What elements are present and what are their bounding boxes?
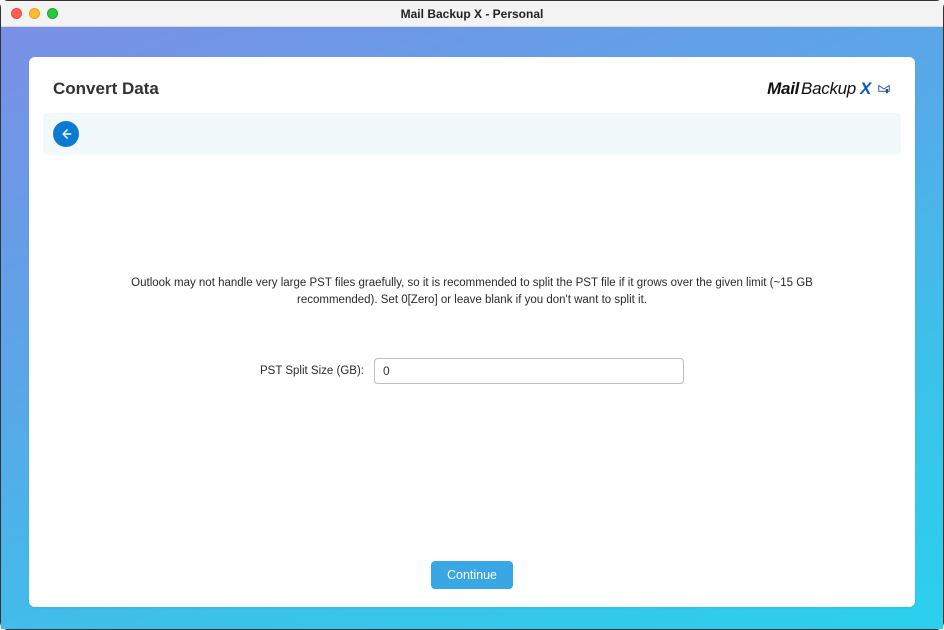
gradient-background: Convert Data MailBackup X Outlook may no…: [1, 27, 943, 629]
description-text: Outlook may not handle very large PST fi…: [102, 275, 842, 310]
envelope-shield-icon: [877, 82, 891, 96]
window-title: Mail Backup X - Personal: [1, 7, 943, 21]
app-logo: MailBackup X: [767, 79, 891, 99]
arrow-left-icon: [59, 127, 73, 141]
page-title: Convert Data: [53, 79, 159, 99]
close-window-button[interactable]: [11, 8, 22, 19]
split-size-input[interactable]: [374, 358, 684, 384]
continue-button[interactable]: Continue: [431, 561, 513, 589]
split-size-row: PST Split Size (GB):: [260, 358, 684, 384]
content-area: Outlook may not handle very large PST fi…: [29, 155, 915, 551]
window-titlebar: Mail Backup X - Personal: [1, 1, 943, 27]
logo-x: X: [860, 79, 871, 99]
maximize-window-button[interactable]: [47, 8, 58, 19]
traffic-lights: [1, 8, 58, 19]
footer: Continue: [29, 551, 915, 589]
back-button[interactable]: [53, 121, 79, 147]
back-bar: [43, 113, 901, 155]
split-size-label: PST Split Size (GB):: [260, 365, 364, 377]
logo-backup: Backup: [801, 79, 856, 99]
minimize-window-button[interactable]: [29, 8, 40, 19]
main-card: Convert Data MailBackup X Outlook may no…: [29, 57, 915, 607]
card-header: Convert Data MailBackup X: [29, 79, 915, 113]
logo-mail: Mail: [767, 79, 799, 99]
